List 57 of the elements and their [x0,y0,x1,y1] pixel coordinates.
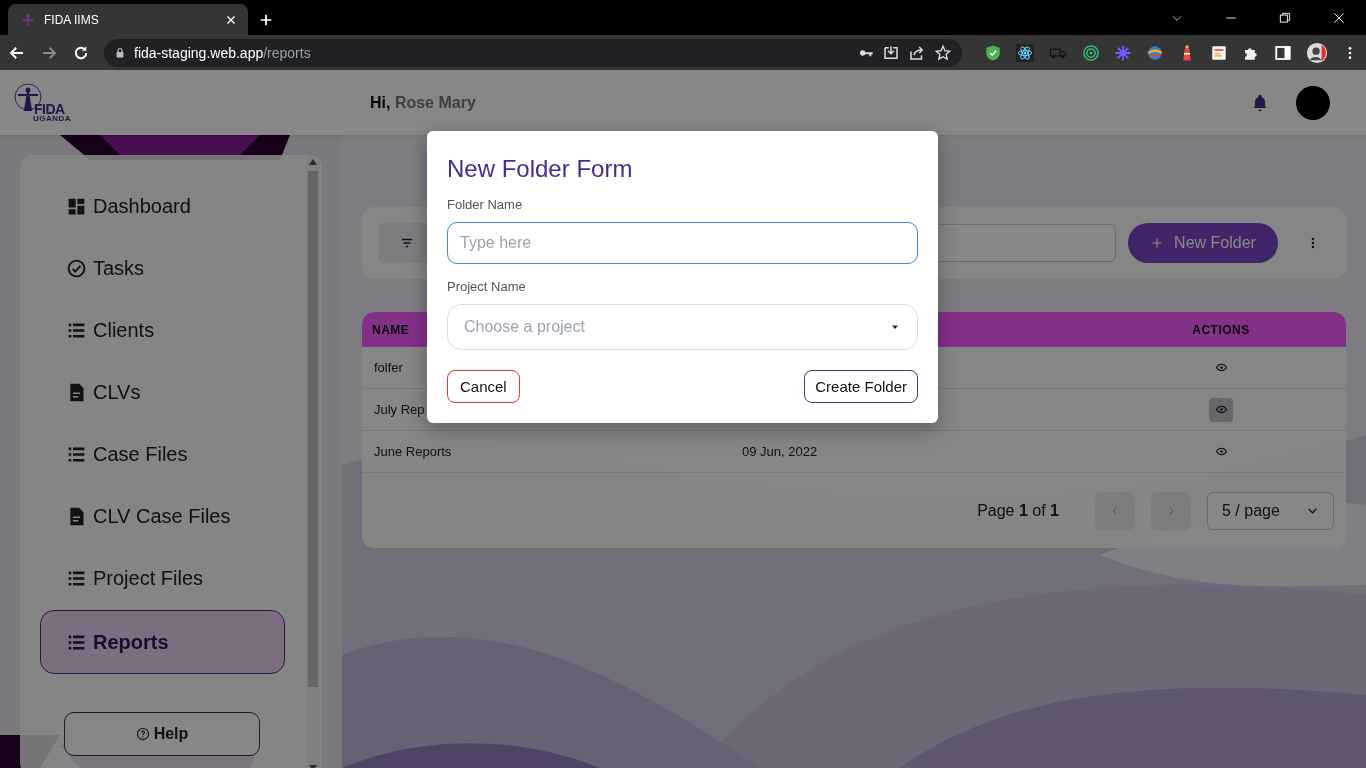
side-panel-icon[interactable] [1274,43,1292,62]
address-bar[interactable]: fida-staging.web.app/reports [104,38,962,67]
sidebar-item[interactable]: Tasks [40,237,285,299]
lock-icon [114,46,126,59]
field-label: Folder Name [447,197,524,212]
new-folder-button[interactable]: New Folder [1128,223,1278,263]
fida-logo[interactable]: FIDA UGANDA [14,82,70,123]
view-button[interactable] [1209,397,1233,422]
table-cell: folfer [374,360,403,375]
scroll-up-icon[interactable] [309,159,317,165]
note-icon[interactable] [1210,43,1228,62]
project-select[interactable]: Choose a project [447,304,918,350]
sidebar-item[interactable]: CLVs [40,361,285,423]
check-circle-icon [66,257,87,279]
restore-icon[interactable] [1278,10,1292,25]
install-icon[interactable] [882,43,900,62]
help-button[interactable]: Help [64,712,260,756]
table-cell: July Rep [374,402,425,417]
sidebar-item[interactable]: Clients [40,299,285,361]
cancel-button[interactable]: Cancel [447,370,520,403]
sidebar-item[interactable]: Project Files [40,547,285,609]
greeting-text: Hi, Rose Mary [370,93,477,112]
globe-icon[interactable] [1146,43,1164,62]
column-header: ACTIONS [1192,322,1250,337]
dialog-title: New Folder Form [447,155,634,183]
atom-icon[interactable] [1016,43,1034,62]
filter-icon [400,236,414,250]
eye-icon [1215,404,1227,415]
target-icon[interactable] [1082,43,1100,62]
sidebar-item[interactable]: Dashboard [40,175,285,237]
plus-icon [1150,236,1165,250]
eye-icon [1215,362,1227,373]
browser-tab[interactable]: FIDA IIMS [8,4,248,35]
page-size-select[interactable]: 5 / page [1207,491,1334,530]
input-field[interactable]: Type here [447,222,918,264]
question-icon [135,727,150,741]
tab-title: FIDA IIMS [44,12,100,27]
sidebar-item[interactable]: CLV Case Files [40,485,285,547]
table-cell: 09 Jun, 2022 [742,444,818,459]
eye-icon [1215,446,1227,457]
scales-icon [20,11,36,28]
scrollbar[interactable] [306,155,320,768]
star-icon[interactable] [934,43,952,62]
sidebar-item[interactable]: Case Files [40,423,285,485]
avatar-icon[interactable] [1306,41,1328,64]
close-icon[interactable] [1332,10,1346,25]
table-cell: June Reports [374,444,452,459]
avatar[interactable] [1296,85,1330,120]
url-text: fida-staging.web.app/reports [134,44,312,61]
field-label: Project Name [447,279,527,294]
create-folder-button[interactable]: Create Folder [804,370,918,403]
shield-icon[interactable] [984,43,1002,62]
sidebar-item[interactable]: Reports [40,610,285,674]
new-tab-icon[interactable] [258,12,274,28]
sunburst-icon[interactable] [1114,43,1132,62]
column-header: NAME [372,322,410,337]
page-indicator: Page 1 of 1 [977,501,1059,520]
